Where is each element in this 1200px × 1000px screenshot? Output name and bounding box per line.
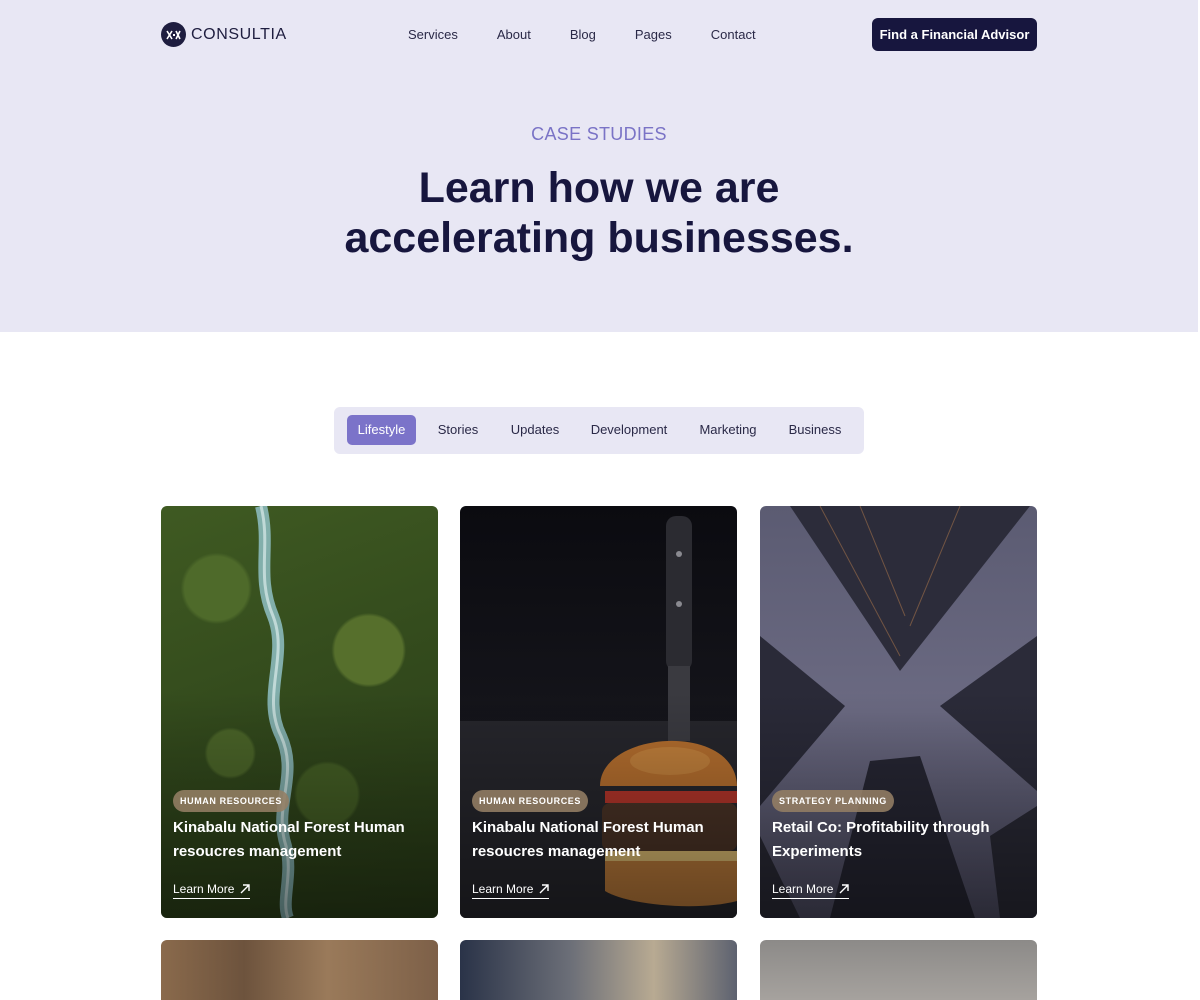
top-navigation: CONSULTIA Services About Blog Pages Cont… (0, 0, 1198, 70)
filter-marketing[interactable]: Marketing (694, 415, 762, 445)
headline-line-1: Learn how we are (418, 164, 780, 212)
learn-more-label: Learn More (772, 882, 834, 896)
filter-development[interactable]: Development (586, 415, 672, 445)
case-study-card-partial[interactable] (460, 940, 737, 1000)
category-badge: HUMAN RESOURCES (173, 790, 290, 812)
arrow-up-right-icon (539, 884, 550, 894)
category-badge: STRATEGY PLANNING (772, 790, 894, 812)
nav-services[interactable]: Services (408, 27, 458, 42)
case-study-card[interactable]: STRATEGY PLANNING Retail Co: Profitabili… (760, 506, 1037, 918)
learn-more-label: Learn More (173, 882, 235, 896)
learn-more-link[interactable]: Learn More (772, 882, 850, 899)
case-study-card-partial[interactable] (760, 940, 1037, 1000)
brand-logo[interactable]: CONSULTIA (161, 22, 287, 47)
filter-stories[interactable]: Stories (432, 415, 484, 445)
main-menu: Services About Blog Pages Contact (408, 27, 795, 42)
nav-about[interactable]: About (497, 27, 531, 42)
section-eyebrow: CASE STUDIES (531, 124, 667, 144)
filter-business[interactable]: Business (784, 415, 846, 445)
brand-name: CONSULTIA (191, 25, 287, 43)
category-badge: HUMAN RESOURCES (472, 790, 589, 812)
page-headline: Learn how we are accelerating businesses… (0, 163, 1198, 263)
card-title: Retail Co: Profitability through Experim… (772, 819, 990, 860)
hero-section: CONSULTIA Services About Blog Pages Cont… (0, 0, 1198, 332)
category-filter-bar: Lifestyle Stories Updates Development Ma… (334, 407, 864, 454)
case-study-card[interactable]: HUMAN RESOURCES Kinabalu National Forest… (161, 506, 438, 918)
learn-more-link[interactable]: Learn More (173, 882, 251, 899)
logo-icon (161, 22, 186, 47)
find-advisor-button[interactable]: Find a Financial Advisor (872, 18, 1037, 51)
case-study-card-partial[interactable] (161, 940, 438, 1000)
nav-contact[interactable]: Contact (711, 27, 756, 42)
arrow-up-right-icon (839, 884, 850, 894)
card-title: Kinabalu National Forest Human resoucres… (472, 819, 704, 860)
nav-blog[interactable]: Blog (570, 27, 596, 42)
arrow-up-right-icon (240, 884, 251, 894)
card-title: Kinabalu National Forest Human resoucres… (173, 819, 405, 860)
learn-more-link[interactable]: Learn More (472, 882, 550, 899)
case-study-card[interactable]: HUMAN RESOURCES Kinabalu National Forest… (460, 506, 737, 918)
filter-updates[interactable]: Updates (506, 415, 564, 445)
filter-lifestyle[interactable]: Lifestyle (347, 415, 416, 445)
learn-more-label: Learn More (472, 882, 534, 896)
headline-line-2: accelerating businesses. (344, 214, 854, 262)
nav-pages[interactable]: Pages (635, 27, 672, 42)
